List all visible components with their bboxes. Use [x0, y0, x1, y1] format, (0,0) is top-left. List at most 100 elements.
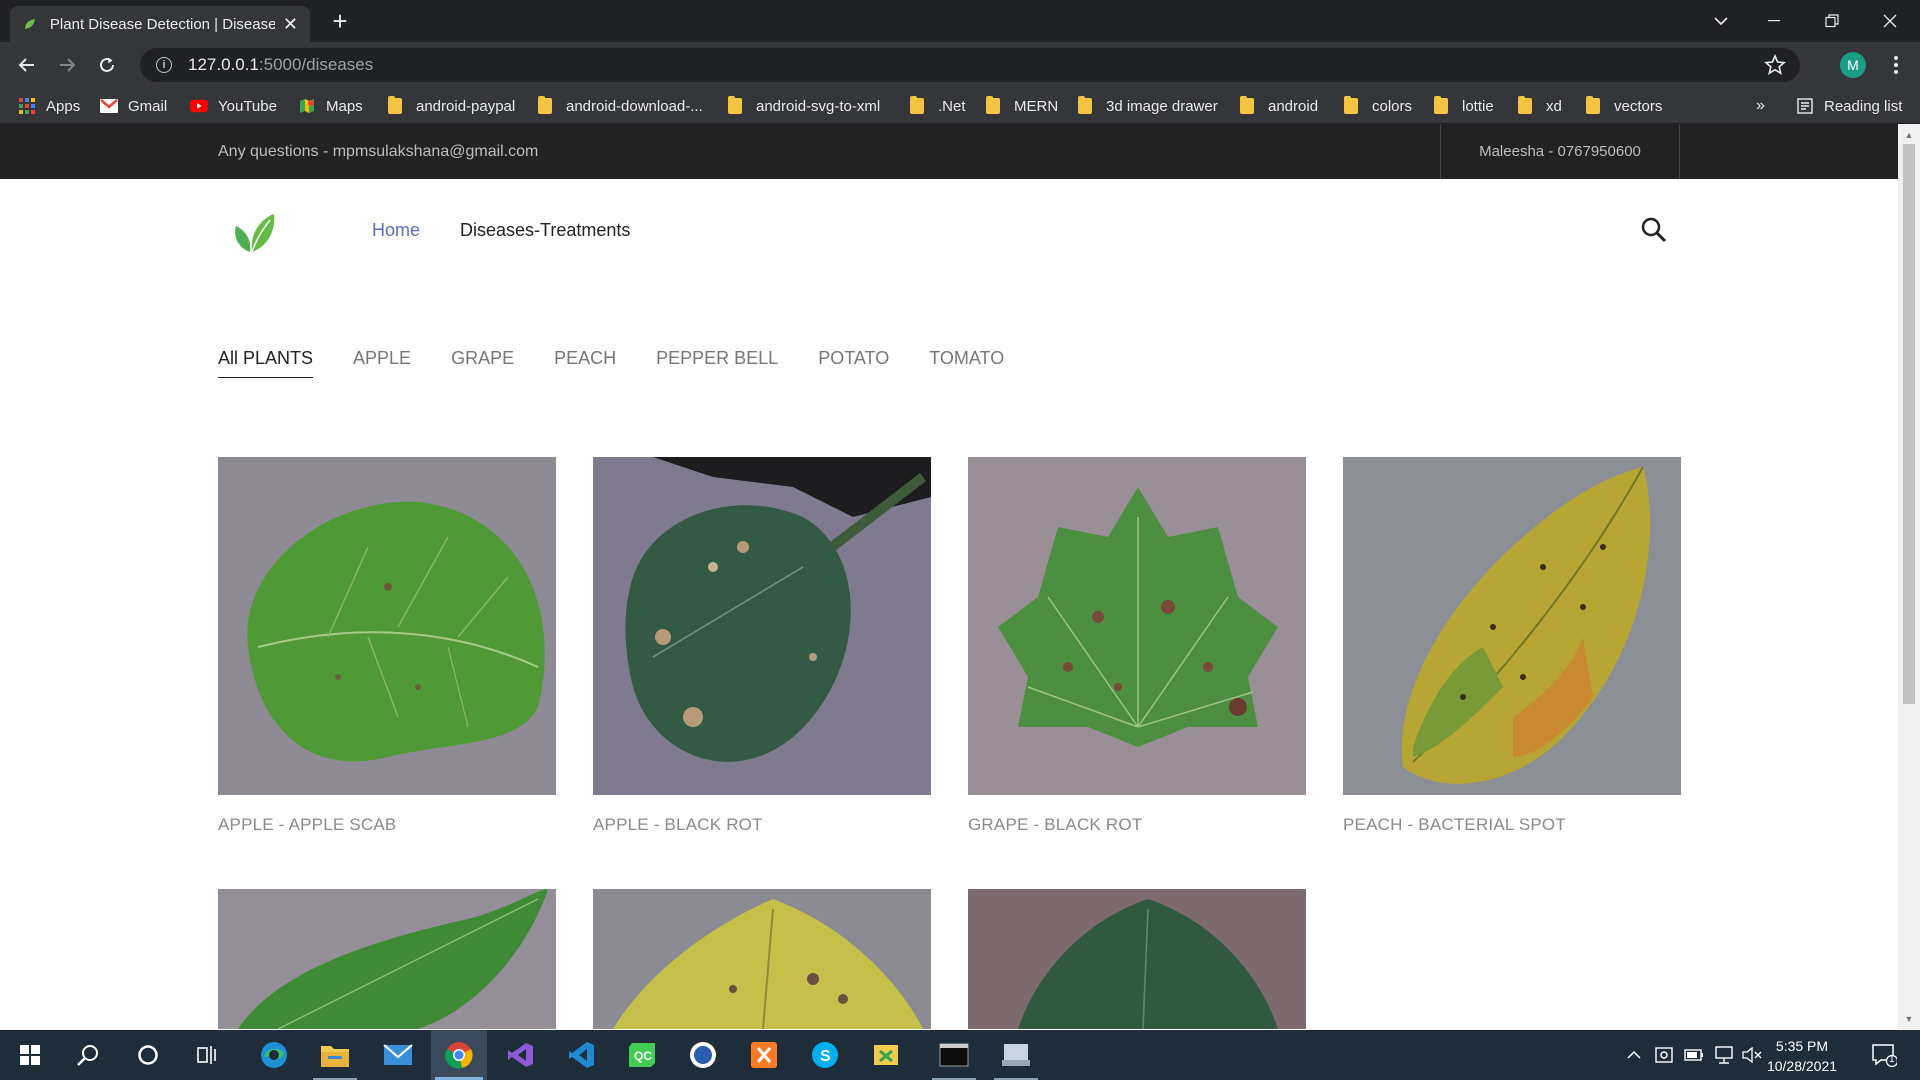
mail-icon[interactable] — [370, 1030, 426, 1080]
bookmark-folder[interactable]: MERN — [986, 88, 1058, 124]
qt-creator-icon[interactable]: QC — [614, 1030, 670, 1080]
terminal-icon[interactable] — [926, 1030, 982, 1080]
svg-text:S: S — [820, 1048, 831, 1065]
taskbar-clock[interactable]: 5:35 PM 10/28/2021 — [1762, 1036, 1842, 1076]
network-icon[interactable] — [1710, 1030, 1738, 1080]
reading-list-button[interactable]: Reading list — [1796, 88, 1902, 124]
disease-card[interactable]: PEACH - BACTERIAL SPOT — [1343, 457, 1681, 835]
search-icon[interactable] — [60, 1030, 116, 1080]
bookmark-folder[interactable]: android — [1240, 88, 1318, 124]
reading-list-label: Reading list — [1824, 97, 1903, 115]
skype-icon[interactable]: S — [797, 1030, 853, 1080]
cortana-circle-icon[interactable] — [120, 1030, 176, 1080]
task-view-icon[interactable] — [180, 1030, 236, 1080]
bookmark-folder[interactable]: android-paypal — [388, 88, 515, 124]
filter-apple[interactable]: APPLE — [353, 348, 411, 378]
nav-diseases-treatments-link[interactable]: Diseases-Treatments — [460, 220, 630, 241]
windows-start-icon[interactable] — [2, 1030, 58, 1080]
notifications-icon[interactable]: 1 — [1864, 1030, 1904, 1080]
minimize-icon[interactable] — [1746, 0, 1802, 42]
address-bar[interactable]: i 127.0.0.1:5000/diseases — [140, 48, 1800, 82]
bookmark-apps[interactable]: Apps — [18, 88, 80, 124]
browser-tab-active[interactable]: Plant Disease Detection | Diseases ✕ — [10, 6, 310, 42]
back-arrow-icon[interactable] — [12, 50, 42, 80]
forward-arrow-icon[interactable] — [52, 50, 82, 80]
profile-avatar[interactable]: M — [1840, 52, 1866, 78]
restore-icon[interactable] — [1804, 0, 1860, 42]
site-logo-leaf-icon[interactable] — [228, 208, 278, 256]
reload-icon[interactable] — [92, 50, 122, 80]
gmail-icon — [100, 97, 118, 115]
bookmark-label: lottie — [1462, 97, 1494, 115]
tab-search-chevron-icon[interactable] — [1706, 6, 1736, 36]
filter-pepper-bell[interactable]: PEPPER BELL — [656, 348, 778, 378]
bookmark-star-icon[interactable] — [1764, 53, 1786, 76]
leaf-image[interactable] — [593, 889, 931, 1029]
app-blue-circle-icon[interactable] — [675, 1030, 731, 1080]
bookmark-folder[interactable]: lottie — [1434, 88, 1494, 124]
window-close-icon[interactable] — [1862, 0, 1918, 42]
plant-filter-bar: All PLANTS APPLE GRAPE PEACH PEPPER BELL… — [218, 348, 1004, 378]
bookmark-label: android-download-... — [566, 97, 703, 115]
disease-card[interactable] — [218, 889, 556, 1029]
contact-email: Any questions - mpmsulakshana@gmail.com — [218, 143, 539, 160]
bookmark-label: colors — [1372, 97, 1413, 115]
file-explorer-icon[interactable] — [307, 1030, 363, 1080]
leaf-image[interactable] — [218, 457, 556, 795]
volume-muted-icon[interactable] — [1740, 1030, 1764, 1080]
filter-all-plants[interactable]: All PLANTS — [218, 348, 314, 378]
new-tab-icon[interactable]: + — [326, 8, 354, 36]
filter-tomato[interactable]: TOMATO — [929, 348, 1004, 378]
bookmark-label: YouTube — [218, 97, 277, 115]
card-caption[interactable]: GRAPE - BLACK ROT — [968, 815, 1306, 835]
leaf-image[interactable] — [218, 889, 556, 1029]
leaf-favicon-icon — [22, 16, 38, 32]
disease-card[interactable] — [593, 889, 931, 1029]
bookmark-folder[interactable]: vectors — [1586, 88, 1662, 124]
folder-app-icon[interactable] — [858, 1030, 914, 1080]
bookmark-folder[interactable]: 3d image drawer — [1078, 88, 1218, 124]
tray-chevron-up-icon[interactable] — [1622, 1030, 1646, 1080]
filter-peach[interactable]: PEACH — [554, 348, 616, 378]
bookmark-folder[interactable]: android-svg-to-xml — [728, 88, 880, 124]
vscode-icon[interactable] — [553, 1030, 609, 1080]
battery-icon[interactable] — [1680, 1030, 1708, 1080]
chrome-taskbar-icon[interactable] — [431, 1030, 487, 1080]
disease-card[interactable]: GRAPE - BLACK ROT — [968, 457, 1306, 835]
tab-close-icon[interactable]: ✕ — [283, 15, 298, 33]
scroll-up-arrow-icon[interactable]: ▲ — [1904, 130, 1914, 140]
card-caption[interactable]: APPLE - APPLE SCAB — [218, 815, 556, 835]
leaf-image[interactable] — [968, 889, 1306, 1029]
card-caption[interactable]: APPLE - BLACK ROT — [593, 815, 931, 835]
tray-app-icon[interactable] — [1650, 1030, 1678, 1080]
bookmark-maps[interactable]: Maps — [298, 88, 363, 124]
scroll-down-arrow-icon[interactable]: ▼ — [1904, 1014, 1914, 1024]
edge-browser-icon[interactable] — [246, 1030, 302, 1080]
site-info-icon[interactable]: i — [156, 57, 172, 73]
disease-card[interactable]: APPLE - APPLE SCAB — [218, 457, 556, 835]
site-search-icon[interactable] — [1640, 216, 1668, 244]
bookmark-gmail[interactable]: Gmail — [100, 88, 167, 124]
leaf-image[interactable] — [1343, 457, 1681, 795]
disease-card[interactable]: APPLE - BLACK ROT — [593, 457, 931, 835]
bookmark-folder[interactable]: android-download-... — [538, 88, 703, 124]
chrome-menu-icon[interactable] — [1884, 50, 1908, 80]
filter-potato[interactable]: POTATO — [818, 348, 889, 378]
bookmark-folder[interactable]: colors — [1344, 88, 1412, 124]
folder-icon — [986, 96, 1000, 114]
bookmark-folder[interactable]: .Net — [910, 88, 966, 124]
visual-studio-icon[interactable] — [492, 1030, 548, 1080]
bookmark-folder[interactable]: xd — [1518, 88, 1562, 124]
leaf-image[interactable] — [593, 457, 931, 795]
xampp-icon[interactable] — [736, 1030, 792, 1080]
network-drive-icon[interactable] — [988, 1030, 1044, 1080]
scroll-thumb[interactable] — [1903, 144, 1915, 704]
bookmarks-overflow-chevron-icon[interactable]: » — [1756, 88, 1765, 124]
filter-grape[interactable]: GRAPE — [451, 348, 514, 378]
leaf-image[interactable] — [968, 457, 1306, 795]
disease-card[interactable] — [968, 889, 1306, 1029]
page-scrollbar[interactable]: ▲ ▼ — [1898, 124, 1920, 1030]
nav-home-link[interactable]: Home — [372, 220, 420, 241]
card-caption[interactable]: PEACH - BACTERIAL SPOT — [1343, 815, 1681, 835]
bookmark-youtube[interactable]: YouTube — [190, 88, 277, 124]
